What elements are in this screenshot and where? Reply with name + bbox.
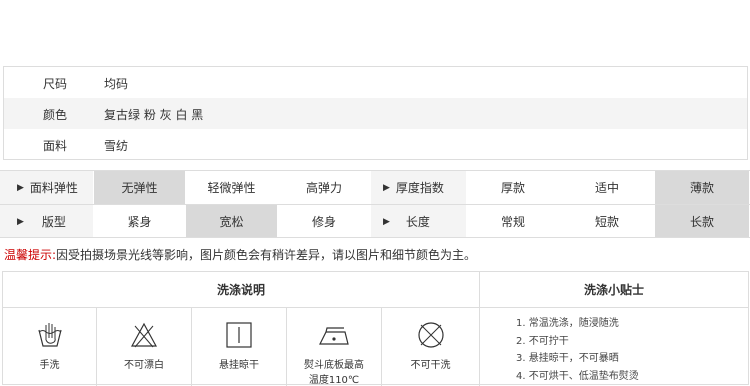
info-row-fabric: 面料 雪纺 bbox=[4, 129, 747, 160]
attr-option: 高弹力 bbox=[278, 171, 371, 204]
attr-option-selected: 长款 bbox=[655, 205, 750, 238]
notice-text: 温馨提示:因受拍摄场景光线等影响，图片颜色会有稍许差异，请以图片和细节颜色为主。 bbox=[4, 246, 476, 263]
attr-label-fit: ▶ 版型 bbox=[0, 205, 94, 238]
triangle-icon: ▶ bbox=[17, 182, 24, 193]
info-value: 雪纺 bbox=[104, 139, 129, 153]
tip-item: 2. 不可拧干 bbox=[516, 335, 569, 347]
info-key: 颜色 bbox=[43, 108, 68, 122]
wash-label: 熨斗底板最高 bbox=[304, 360, 364, 371]
no-bleach-icon bbox=[130, 322, 158, 348]
notice-prefix: 温馨提示: bbox=[4, 248, 57, 262]
attr-label-thickness: ▶ 厚度指数 bbox=[371, 171, 467, 204]
attr-option-selected: 薄款 bbox=[655, 171, 750, 204]
notice-body: 因受拍摄场景光线等影响，图片颜色会有稍许差异，请以图片和细节颜色为主。 bbox=[56, 248, 477, 262]
wash-symbol-no-bleach: 不可漂白 bbox=[97, 308, 192, 386]
attribute-grid: ▶ 面料弹性 无弹性 轻微弹性 高弹力 ▶ 厚度指数 厚款 适中 薄款 ▶ 版型… bbox=[0, 170, 750, 238]
iron-icon bbox=[319, 327, 349, 345]
wash-symbol-iron: 熨斗底板最高 温度110℃ bbox=[287, 308, 382, 386]
attr-option: 轻微弹性 bbox=[186, 171, 278, 204]
tip-item: 4. 不可烘干、低温垫布熨烫 bbox=[516, 370, 639, 382]
triangle-icon: ▶ bbox=[383, 216, 390, 227]
info-row-color: 颜色 复古绿 粉 灰 白 黑 bbox=[4, 98, 747, 129]
wash-symbol-hang-dry: 悬挂晾干 bbox=[192, 308, 287, 386]
attr-option: 厚款 bbox=[467, 171, 560, 204]
wash-label-line2: 温度110℃ bbox=[308, 375, 360, 386]
tip-item: 3. 悬挂晾干，不可暴晒 bbox=[516, 353, 619, 364]
attr-option: 适中 bbox=[560, 171, 655, 204]
hand-wash-icon bbox=[37, 323, 62, 347]
no-dry-clean-icon bbox=[417, 322, 444, 348]
wash-label: 不可漂白 bbox=[124, 360, 164, 371]
info-key: 尺码 bbox=[43, 77, 68, 91]
washing-section: 洗涤说明 洗涤小贴士 手洗 不可漂白 悬挂晾干 熨斗底板最高 温度110℃ 不可… bbox=[2, 271, 749, 386]
attr-option: 短款 bbox=[560, 205, 655, 238]
attr-option: 常规 bbox=[467, 205, 560, 238]
triangle-icon: ▶ bbox=[383, 182, 390, 193]
attr-option: 紧身 bbox=[94, 205, 186, 238]
attr-option-selected: 宽松 bbox=[186, 205, 278, 238]
attr-option: 修身 bbox=[278, 205, 371, 238]
triangle-icon: ▶ bbox=[17, 216, 24, 227]
attr-label-elasticity: ▶ 面料弹性 bbox=[0, 171, 94, 204]
info-value: 复古绿 粉 灰 白 黑 bbox=[104, 108, 204, 122]
wash-symbol-hand-wash: 手洗 bbox=[3, 308, 97, 386]
wash-label: 手洗 bbox=[39, 360, 60, 371]
info-row-size: 尺码 均码 bbox=[4, 67, 747, 98]
wash-label: 不可干洗 bbox=[410, 360, 451, 371]
attr-option-selected: 无弹性 bbox=[94, 171, 186, 204]
info-key: 面料 bbox=[43, 139, 68, 153]
tip-item: 1. 常温洗涤，随浸随洗 bbox=[516, 318, 619, 329]
attr-label-length: ▶ 长度 bbox=[371, 205, 467, 238]
wash-symbol-no-dry-clean: 不可干洗 bbox=[382, 308, 480, 386]
washing-instructions-header: 洗涤说明 bbox=[3, 272, 480, 308]
washing-tips-header: 洗涤小贴士 bbox=[480, 272, 748, 308]
info-value: 均码 bbox=[104, 77, 129, 91]
wash-label: 悬挂晾干 bbox=[219, 360, 259, 371]
hang-dry-icon bbox=[226, 322, 252, 348]
washing-tips-list: 1. 常温洗涤，随浸随洗 2. 不可拧干 3. 悬挂晾干，不可暴晒 4. 不可烘… bbox=[516, 315, 639, 385]
product-info-table: 尺码 均码 颜色 复古绿 粉 灰 白 黑 面料 雪纺 bbox=[3, 66, 748, 160]
